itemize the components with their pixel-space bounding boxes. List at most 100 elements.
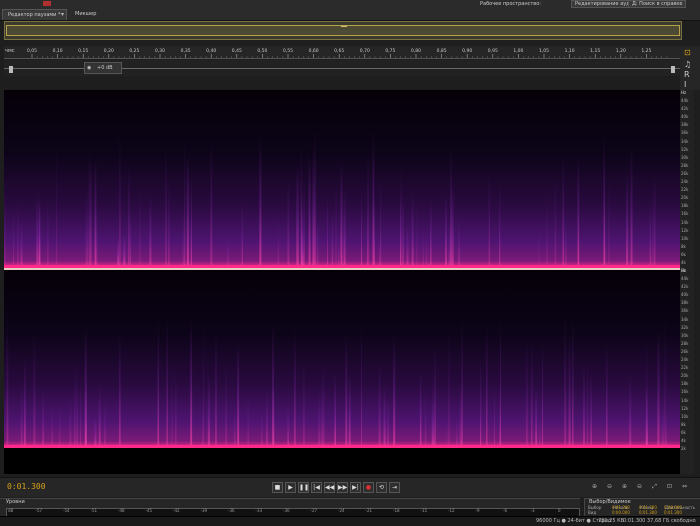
stop-button[interactable]: ■: [272, 482, 283, 493]
spectral-streak: [259, 136, 262, 268]
hz-tick-label: 6k: [681, 429, 686, 435]
record-arm-icon[interactable]: R: [684, 70, 690, 79]
overview-drag-handle[interactable]: [341, 26, 347, 27]
go-to-end-button[interactable]: ▶|: [350, 482, 361, 493]
zoom-in-time-icon[interactable]: ⊕: [620, 483, 629, 491]
overview-navigator[interactable]: [4, 21, 682, 40]
spectral-streak: [606, 344, 608, 448]
spectral-streak: [422, 227, 424, 268]
spectral-streak: [380, 175, 382, 268]
current-time-display[interactable]: 0:01.300: [7, 482, 46, 491]
spectral-display[interactable]: [4, 90, 680, 474]
hz-tick-label: 34k: [681, 138, 689, 144]
view-duration-value[interactable]: 0:01.300: [664, 510, 682, 515]
start-handle[interactable]: [9, 66, 13, 73]
spectral-streak: [486, 322, 488, 448]
lock-icon[interactable]: ⊡: [684, 48, 691, 57]
spectral-streak: [241, 199, 243, 268]
spectral-streak: [334, 372, 336, 448]
spectral-streak: [33, 331, 36, 448]
spectral-streak: [85, 189, 88, 268]
level-scale-label: -33: [255, 508, 263, 513]
spectral-streak: [646, 334, 648, 448]
spectral-streak: [456, 417, 458, 448]
spectral-streak: [361, 191, 363, 268]
spectral-streak: [337, 232, 340, 268]
ruler-tick-label: 0,05: [27, 48, 37, 54]
headphones-icon[interactable]: ♫: [684, 60, 691, 69]
spectral-streak: [424, 390, 427, 448]
pause-button[interactable]: ❚❚: [298, 482, 309, 493]
spectral-streak: [525, 336, 528, 448]
zoom-out-amplitude-icon[interactable]: ⊖: [605, 483, 614, 491]
hz-tick-label: 42k: [681, 106, 689, 112]
skip-selection-button[interactable]: ⇥: [389, 482, 400, 493]
frequency-scale: Hz Hz 44k 42k 40k 38k 36k 34k 32k 30k 28k 26k 24k 2…: [680, 90, 694, 474]
hz-tick-label: 18k: [681, 203, 689, 209]
ruler-tick-label: 0,45: [232, 48, 242, 54]
volume-knob-icon[interactable]: ◉: [87, 65, 91, 71]
level-scale-label: -51: [90, 508, 98, 513]
level-scale-label: dB: [8, 508, 14, 513]
spectral-streak: [17, 203, 19, 268]
hz-tick-label: 38k: [681, 300, 689, 306]
view-end-value[interactable]: 0:01.300: [639, 510, 657, 515]
help-search-input[interactable]: Д: Поиск в справке: [628, 0, 687, 8]
spectral-streak: [90, 157, 93, 268]
hz-tick-label: 2k: [681, 446, 686, 452]
zoom-out-time-icon[interactable]: ⊖: [635, 483, 644, 491]
level-scale-label: -36: [228, 508, 235, 513]
level-scale-label: 0: [558, 508, 561, 513]
panel-tabs: Редактор паузами * ▾ Микшер: [0, 8, 700, 21]
zoom-selection-icon[interactable]: ⊡: [665, 483, 674, 491]
spectral-streak: [480, 359, 482, 448]
spectral-streak: [76, 363, 78, 448]
spectral-streak: [182, 211, 185, 268]
level-scale-label: -27: [310, 508, 318, 513]
spectral-streak: [69, 394, 72, 448]
time-ruler[interactable]: чмс 0,05 0,10 0,15 0,20 0,25 0,30 0,35 0,40 0,45 0…: [4, 46, 680, 59]
zoom-in-amplitude-icon[interactable]: ⊕: [590, 483, 599, 491]
tab-menu-icon[interactable]: ▾: [61, 11, 64, 18]
tab-mixer[interactable]: Микшер: [70, 9, 101, 19]
play-button[interactable]: ▶: [285, 482, 296, 493]
spectral-streak: [233, 406, 236, 448]
spectral-streak: [431, 401, 434, 448]
loop-button[interactable]: ⟲: [376, 482, 387, 493]
spectral-streak: [23, 355, 26, 448]
view-start-value[interactable]: 0:00.000: [612, 510, 630, 515]
zoom-in-out-icon[interactable]: ⇔: [680, 483, 689, 491]
fast-forward-button[interactable]: ▶▶: [337, 482, 348, 493]
spectral-streak: [542, 341, 544, 448]
tab-waveform-editor[interactable]: Редактор паузами *: [2, 9, 67, 20]
hz-tick-label: 26k: [681, 348, 689, 354]
spectral-streak: [494, 382, 495, 448]
clip-volume-control[interactable]: ◉ +0 dB: [84, 62, 122, 74]
spectral-streak: [287, 177, 290, 268]
hz-tick-label: 36k: [681, 308, 689, 314]
zoom-out-full-icon[interactable]: ⤢: [650, 483, 659, 491]
low-frequency-band: [4, 265, 680, 268]
rewind-button[interactable]: ◀◀: [324, 482, 335, 493]
ruler-tick-label: 1,20: [616, 48, 626, 54]
hz-tick-label: 12k: [681, 405, 689, 411]
level-scale-label: -30: [283, 508, 290, 513]
input-icon[interactable]: I: [684, 80, 686, 89]
end-handle[interactable]: [671, 66, 675, 73]
ruler-tick-label: 0,50: [257, 48, 267, 54]
spectral-streak: [411, 193, 414, 268]
hz-tick-label: 10k: [681, 235, 689, 241]
spectral-streak: [38, 199, 40, 268]
ruler-tick-label: 0,90: [462, 48, 472, 54]
hz-tick-label: 40k: [681, 292, 689, 298]
spectral-streak: [419, 370, 422, 448]
record-button[interactable]: ●: [363, 482, 374, 493]
spectral-streak: [416, 195, 418, 268]
hz-tick-label: 34k: [681, 316, 689, 322]
go-to-start-button[interactable]: |◀: [311, 482, 322, 493]
spectral-streak: [378, 361, 381, 448]
hz-tick-label: 6k: [681, 251, 686, 257]
spectral-streak: [316, 220, 319, 268]
hz-tick-label: 4k: [681, 438, 686, 443]
levels-panel-title: Уровни: [6, 499, 25, 505]
